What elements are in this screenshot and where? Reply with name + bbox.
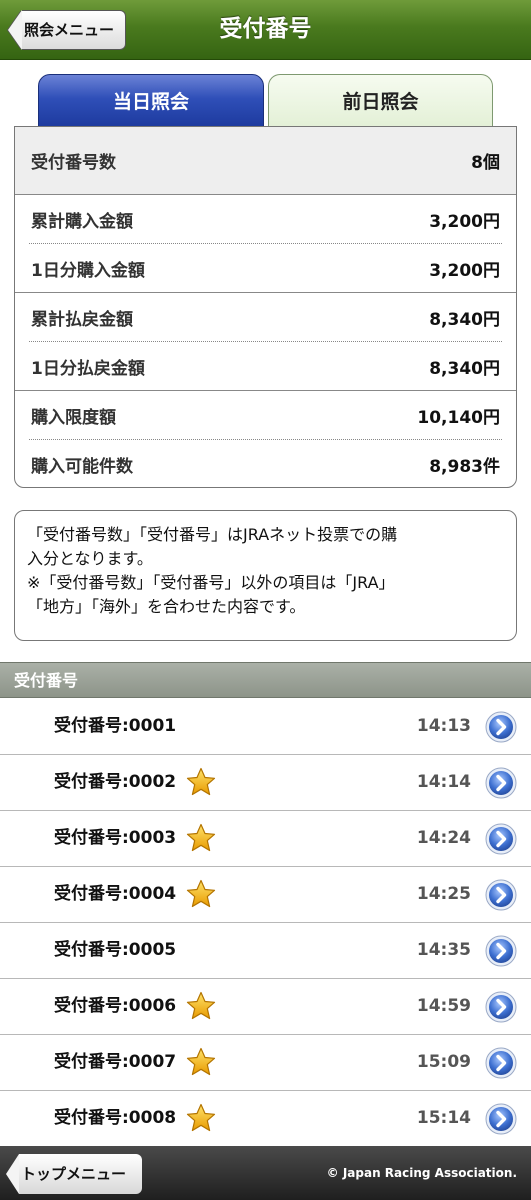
receipt-list-item[interactable]: 受付番号:0005 14:35 [0,923,531,979]
summary-value: 8,983件 [429,457,500,477]
receipt-number-label: 受付番号:0001 [54,716,177,736]
receipt-time: 14:35 [416,940,471,960]
receipt-list-item[interactable]: 受付番号:0006 14:59 [0,979,531,1035]
summary-label: 累計購入金額 [31,212,133,232]
summary-row-daily-payout: 1日分払戻金額 8,340円 [15,342,516,391]
receipt-list-item[interactable]: 受付番号:0003 14:24 [0,811,531,867]
receipt-time: 15:09 [416,1052,471,1072]
chevron-right-circle-icon[interactable] [485,823,517,855]
summary-label: 累計払戻金額 [31,310,133,330]
receipt-number-label: 受付番号:0006 [54,996,177,1016]
receipt-number-label: 受付番号:0008 [54,1108,177,1128]
summary-value: 8,340円 [429,310,500,330]
receipt-list-item[interactable]: 受付番号:0008 15:14 [0,1091,531,1147]
star-icon [186,991,216,1021]
receipt-list-header: 受付番号 [0,662,531,698]
summary-row-cumulative-purchase: 累計購入金額 3,200円 [15,195,516,244]
receipt-time: 14:24 [416,828,471,848]
top-menu-label: トップメニュー [19,1154,142,1194]
receipt-time: 14:14 [416,772,471,792]
receipt-time: 15:14 [416,1108,471,1128]
chevron-right-circle-icon[interactable] [485,879,517,911]
summary-value: 8個 [471,153,500,173]
chevron-right-circle-icon[interactable] [485,711,517,743]
receipt-list-item[interactable]: 受付番号:0007 15:09 [0,1035,531,1091]
receipt-number-label: 受付番号:0007 [54,1052,177,1072]
receipt-number-label: 受付番号:0004 [54,884,177,904]
summary-label: 1日分購入金額 [31,261,145,281]
chevron-right-circle-icon[interactable] [485,767,517,799]
page-title: 受付番号 [219,16,312,42]
star-icon [186,767,216,797]
receipt-time: 14:25 [416,884,471,904]
notice-line: 入分となります。 [27,549,153,568]
notice-line: 「地方」「海外」を合わせた内容です。 [27,597,306,616]
star-icon [186,823,216,853]
star-icon [186,1103,216,1133]
tab-previous-day-inquiry[interactable]: 前日照会 [268,74,493,128]
tab-today-inquiry[interactable]: 当日照会 [38,74,264,128]
summary-row-available-count: 購入可能件数 8,983件 [15,440,516,487]
summary-row-daily-purchase: 1日分購入金額 3,200円 [15,244,516,293]
chevron-right-circle-icon[interactable] [485,935,517,967]
receipt-list-item[interactable]: 受付番号:0002 14:14 [0,755,531,811]
summary-value: 3,200円 [429,261,500,281]
summary-value: 10,140円 [417,408,500,428]
summary-label: 購入限度額 [31,408,116,428]
summary-row-receipt-count: 受付番号数 8個 [15,127,516,194]
summary-row-purchase-limit: 購入限度額 10,140円 [15,391,516,440]
summary-value: 3,200円 [429,212,500,232]
receipt-number-label: 受付番号:0005 [54,940,177,960]
header-bar: 照会メニュー 受付番号 [0,0,531,60]
notice-box: 「受付番号数」「受付番号」はJRAネット投票での購 入分となります。 ※「受付番… [14,510,517,641]
notice-line: 「受付番号数」「受付番号」はJRAネット投票での購 [27,525,398,544]
receipt-list-item[interactable]: 受付番号:0001 14:13 [0,699,531,755]
back-arrow-icon [6,1154,19,1194]
receipt-time: 14:13 [416,716,471,736]
receipt-time: 14:59 [416,996,471,1016]
top-menu-button[interactable]: トップメニュー [6,1154,142,1194]
summary-table: 受付番号数 8個 累計購入金額 3,200円 1日分購入金額 3,200円 累計… [14,126,517,488]
summary-label: 1日分払戻金額 [31,359,145,379]
star-icon [186,1047,216,1077]
notice-line: ※「受付番号数」「受付番号」以外の項目は「JRA」 [27,573,395,592]
copyright-text: © Japan Racing Association. [326,1166,517,1180]
receipt-number-label: 受付番号:0003 [54,828,177,848]
receipt-number-label: 受付番号:0002 [54,772,177,792]
summary-row-cumulative-payout: 累計払戻金額 8,340円 [15,293,516,342]
footer-bar: トップメニュー © Japan Racing Association. [0,1146,531,1200]
summary-label: 購入可能件数 [31,457,133,477]
summary-label: 受付番号数 [31,153,116,173]
chevron-right-circle-icon[interactable] [485,991,517,1023]
receipt-list-item[interactable]: 受付番号:0004 14:25 [0,867,531,923]
chevron-right-circle-icon[interactable] [485,1047,517,1079]
summary-value: 8,340円 [429,359,500,379]
star-icon [186,879,216,909]
chevron-right-circle-icon[interactable] [485,1103,517,1135]
